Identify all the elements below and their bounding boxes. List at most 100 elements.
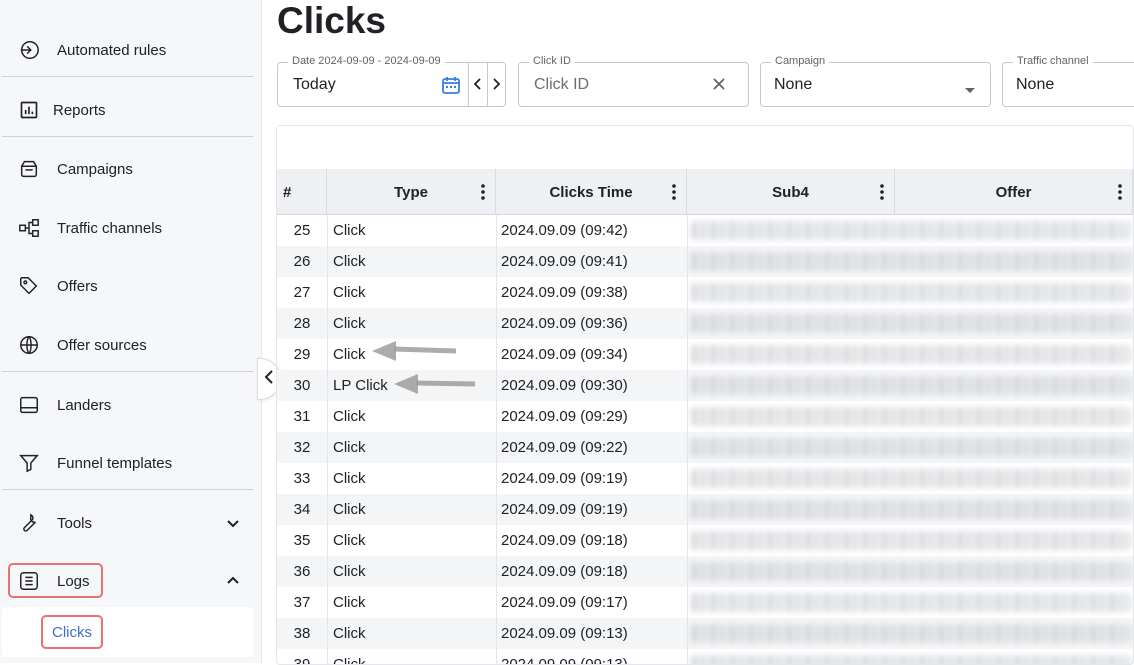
chevron-left-icon[interactable]	[473, 77, 482, 96]
table-row[interactable]: 36 Click 2024.09.09 (09:18)	[277, 556, 1133, 587]
sidebar-item-funnel-templates[interactable]: Funnel templates	[0, 441, 253, 485]
cell-clicks-time: 2024.09.09 (09:22)	[501, 439, 628, 456]
cell-type: Click	[333, 501, 366, 518]
cell-clicks-time: 2024.09.09 (09:18)	[501, 532, 628, 549]
click-id-field[interactable]: Click ID Click ID	[518, 55, 749, 107]
annotation-arrow	[394, 374, 476, 394]
column-header-number[interactable]: #	[277, 169, 327, 215]
sidebar-divider	[2, 136, 253, 137]
cell-number: 27	[293, 284, 311, 301]
date-filter-legend: Date 2024-09-09 - 2024-09-09	[288, 55, 445, 67]
traffic-channel-legend: Traffic channel	[1013, 55, 1093, 67]
sidebar-item-label: Offer sources	[57, 336, 147, 354]
redacted-cell	[691, 314, 1131, 333]
column-header-clicks-time[interactable]: Clicks Time	[496, 169, 687, 215]
cell-type: Click	[333, 625, 366, 642]
redacted-cell	[691, 655, 1131, 664]
table-row[interactable]: 37 Click 2024.09.09 (09:17)	[277, 587, 1133, 618]
sidebar-subitem-clicks[interactable]: Clicks	[41, 615, 103, 649]
cell-number: 25	[293, 222, 311, 239]
cell-type: Click	[333, 470, 366, 487]
sidebar-divider	[2, 489, 253, 490]
kebab-menu-icon[interactable]	[1118, 183, 1122, 201]
cell-number: 36	[293, 563, 311, 580]
sidebar-item-label: Reports	[53, 101, 106, 119]
cell-clicks-time: 2024.09.09 (09:41)	[501, 253, 628, 270]
sidebar: Automated rules Reports Campaigns Traffi…	[0, 0, 262, 663]
column-header-label: Clicks Time	[549, 183, 633, 201]
redacted-cell	[691, 283, 1131, 302]
sidebar-item-offers[interactable]: Offers	[0, 264, 253, 308]
table-header: # Type Clicks Time Sub4 Offer	[277, 169, 1133, 215]
table-row[interactable]: 33 Click 2024.09.09 (09:19)	[277, 463, 1133, 494]
sidebar-item-label: Funnel templates	[57, 454, 173, 472]
sidebar-item-logs[interactable]: Logs	[0, 559, 253, 603]
cell-type: Click	[333, 284, 366, 301]
sidebar-item-reports[interactable]: Reports	[0, 88, 253, 132]
sidebar-item-label: Landers	[57, 396, 112, 414]
campaign-select[interactable]: Campaign None	[760, 55, 991, 107]
date-filter-value: Today	[293, 76, 336, 93]
kebab-menu-icon[interactable]	[481, 183, 485, 201]
traffic-channel-select[interactable]: Traffic channel None	[1002, 55, 1134, 107]
cell-number: 37	[293, 594, 311, 611]
table-row[interactable]: 32 Click 2024.09.09 (09:22)	[277, 432, 1133, 463]
funnel-icon	[16, 450, 42, 476]
cell-type: Click	[333, 563, 366, 580]
calendar-icon[interactable]	[441, 75, 461, 100]
tag-icon	[16, 273, 42, 299]
cell-number: 30	[293, 377, 311, 394]
table-row[interactable]: 27 Click 2024.09.09 (09:38)	[277, 277, 1133, 308]
cell-number: 26	[293, 253, 311, 270]
column-header-type[interactable]: Type	[327, 169, 496, 215]
globe-icon	[16, 332, 42, 358]
click-id-input[interactable]: Click ID	[534, 76, 589, 94]
close-icon[interactable]	[712, 77, 726, 96]
table-row[interactable]: 26 Click 2024.09.09 (09:41)	[277, 246, 1133, 277]
sidebar-item-offer-sources[interactable]: Offer sources	[0, 323, 253, 367]
cell-clicks-time: 2024.09.09 (09:38)	[501, 284, 628, 301]
table-row[interactable]: 34 Click 2024.09.09 (09:19)	[277, 494, 1133, 525]
chevron-right-icon[interactable]	[492, 77, 501, 96]
sidebar-divider	[2, 76, 253, 77]
caret-down-icon	[964, 81, 976, 99]
cell-clicks-time: 2024.09.09 (09:42)	[501, 222, 628, 239]
cell-number: 29	[293, 346, 311, 363]
redacted-cell	[691, 593, 1131, 612]
table-row[interactable]: 35 Click 2024.09.09 (09:18)	[277, 525, 1133, 556]
table-toolbar	[277, 126, 1133, 169]
sidebar-item-campaigns[interactable]: Campaigns	[0, 147, 253, 191]
table-row[interactable]: 28 Click 2024.09.09 (09:36)	[277, 308, 1133, 339]
sidebar-item-landers[interactable]: Landers	[0, 383, 253, 427]
column-header-offer[interactable]: Offer	[895, 169, 1133, 215]
sidebar-item-automated-rules[interactable]: Automated rules	[0, 28, 253, 72]
kebab-menu-icon[interactable]	[880, 183, 884, 201]
table-row[interactable]: 38 Click 2024.09.09 (09:13)	[277, 618, 1133, 649]
sidebar-divider	[2, 371, 253, 372]
column-header-label: Sub4	[772, 183, 809, 201]
cell-clicks-time: 2024.09.09 (09:36)	[501, 315, 628, 332]
cell-clicks-time: 2024.09.09 (09:17)	[501, 594, 628, 611]
annotation-arrow	[372, 341, 457, 361]
redacted-cell	[691, 500, 1131, 519]
column-header-sub4[interactable]: Sub4	[687, 169, 895, 215]
sidebar-item-label: Automated rules	[57, 41, 167, 59]
cell-clicks-time: 2024.09.09 (09:30)	[501, 377, 628, 394]
sidebar-item-tools[interactable]: Tools	[0, 501, 253, 545]
date-filter-separator	[487, 63, 488, 106]
table-row[interactable]: 31 Click 2024.09.09 (09:29)	[277, 401, 1133, 432]
campaign-legend: Campaign	[771, 55, 830, 67]
sidebar-item-traffic-channels[interactable]: Traffic channels	[0, 206, 253, 250]
kebab-menu-icon[interactable]	[672, 183, 676, 201]
cell-number: 31	[293, 408, 311, 425]
date-filter[interactable]: Date 2024-09-09 - 2024-09-09 Today	[277, 55, 506, 107]
table-row[interactable]: 25 Click 2024.09.09 (09:42)	[277, 215, 1133, 246]
column-header-label: #	[283, 183, 292, 201]
redacted-cell	[691, 407, 1131, 426]
redacted-cell	[691, 438, 1131, 457]
redacted-cell	[691, 376, 1131, 395]
column-divider	[687, 215, 688, 664]
share-nodes-icon	[16, 215, 42, 241]
cell-number: 28	[293, 315, 311, 332]
cell-number: 35	[293, 532, 311, 549]
